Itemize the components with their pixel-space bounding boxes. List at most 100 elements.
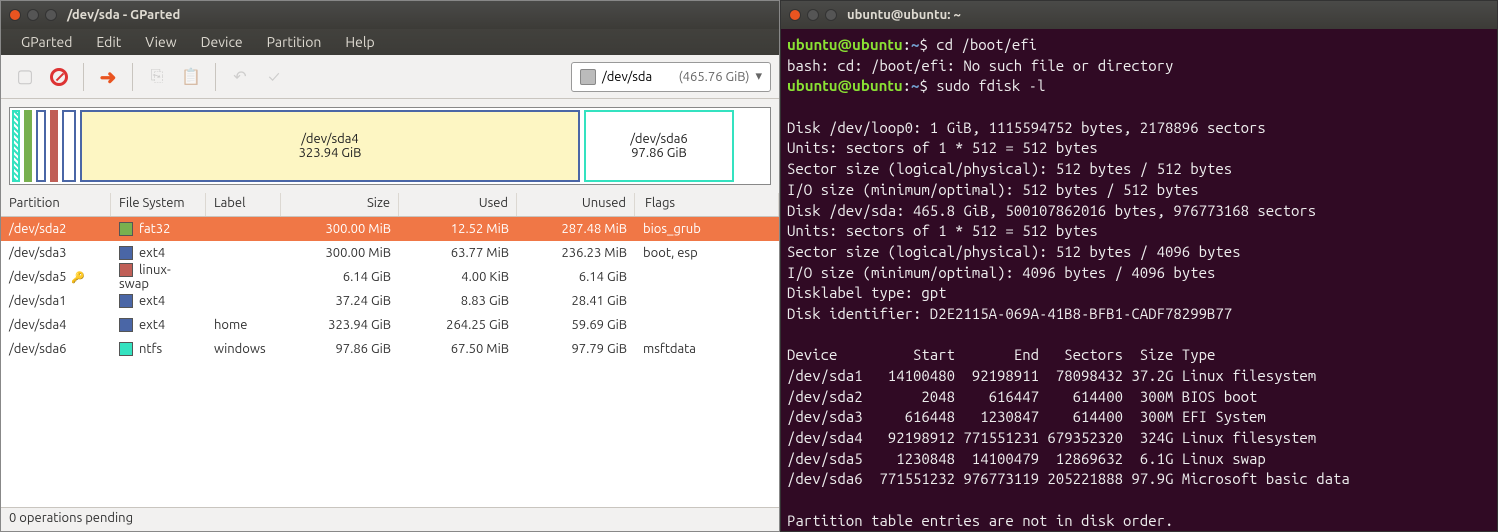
table-row[interactable]: /dev/sda1ext437.24 GiB8.83 GiB28.41 GiB (1, 289, 779, 313)
terminal-window: ubuntu@ubuntu: ~ ubuntu@ubuntu:~$ cd /bo… (780, 0, 1498, 532)
cell-unused: 28.41 GiB (517, 291, 635, 311)
menu-view[interactable]: View (135, 30, 186, 54)
partition-table: /dev/sda2fat32300.00 MiB12.52 MiB287.48 … (1, 217, 779, 507)
table-row[interactable]: /dev/sda5 🔑linux-swap6.14 GiB4.00 KiB6.1… (1, 265, 779, 289)
paste-icon: 📋 (181, 67, 201, 86)
segment-label: /dev/sda6 (630, 132, 688, 146)
terminal-titlebar[interactable]: ubuntu@ubuntu: ~ (781, 1, 1497, 29)
chevron-down-icon: ▾ (755, 69, 762, 84)
menu-gparted[interactable]: GParted (11, 30, 82, 54)
cell-unused: 6.14 GiB (517, 267, 635, 287)
cell-used: 63.77 MiB (399, 243, 517, 263)
device-selector[interactable]: /dev/sda (465.76 GiB) ▾ (571, 62, 771, 92)
resize-move-button[interactable]: ➜ (92, 61, 124, 93)
cell-used: 67.50 MiB (399, 339, 517, 359)
cell-label: home (206, 315, 281, 335)
segment-size: 97.86 GiB (631, 146, 687, 160)
device-name: /dev/sda (602, 70, 652, 84)
disk-map[interactable]: /dev/sda4323.94 GiB/dev/sda697.86 GiB (9, 107, 771, 185)
cell-label (206, 226, 281, 232)
copy-button[interactable]: ⎘ (141, 61, 173, 93)
cell-size: 6.14 GiB (281, 267, 399, 287)
cell-used: 264.25 GiB (399, 315, 517, 335)
map-segment[interactable] (36, 110, 46, 182)
menu-help[interactable]: Help (335, 30, 384, 54)
cell-partition: /dev/sda5 🔑 (1, 267, 111, 287)
cell-unused: 59.69 GiB (517, 315, 635, 335)
copy-icon: ⎘ (151, 67, 164, 86)
gparted-titlebar[interactable]: /dev/sda - GParted (1, 1, 779, 29)
menu-edit[interactable]: Edit (86, 30, 131, 54)
maximize-icon[interactable] (45, 9, 57, 21)
close-icon[interactable] (9, 9, 21, 21)
cell-unused: 287.48 MiB (517, 219, 635, 239)
cell-label: windows (206, 339, 281, 359)
cell-filesystem: ext4 (111, 315, 206, 336)
window-controls (9, 9, 57, 21)
apply-button[interactable]: ✓ (258, 61, 290, 93)
key-icon: 🔑 (69, 272, 85, 284)
separator (83, 63, 84, 91)
col-unused[interactable]: Unused (517, 193, 635, 216)
menubar: GParted Edit View Device Partition Help (1, 29, 779, 55)
new-partition-button[interactable]: ▢ (9, 61, 41, 93)
undo-button[interactable]: ↶ (224, 61, 256, 93)
menu-device[interactable]: Device (191, 30, 253, 54)
arrow-right-icon: ➜ (100, 65, 117, 89)
cell-size: 300.00 MiB (281, 243, 399, 263)
cell-size: 323.94 GiB (281, 315, 399, 335)
cell-partition: /dev/sda6 (1, 339, 111, 359)
cell-used: 4.00 KiB (399, 267, 517, 287)
minimize-icon[interactable] (27, 9, 39, 21)
cell-label (206, 298, 281, 304)
col-flags[interactable]: Flags (635, 193, 779, 216)
cell-label (206, 250, 281, 256)
window-title: /dev/sda - GParted (67, 8, 180, 22)
map-segment[interactable] (12, 110, 20, 182)
separator (215, 63, 216, 91)
terminal-title: ubuntu@ubuntu: ~ (847, 8, 961, 22)
col-filesystem[interactable]: File System (111, 193, 206, 216)
cell-label (206, 274, 281, 280)
cell-flags: msftdata (635, 339, 779, 359)
window-controls (789, 9, 837, 21)
minimize-icon[interactable] (807, 9, 819, 21)
cell-filesystem: ntfs (111, 339, 206, 360)
map-segment[interactable]: /dev/sda697.86 GiB (584, 110, 734, 182)
col-label[interactable]: Label (206, 193, 281, 216)
new-icon: ▢ (16, 66, 33, 87)
fs-color-swatch (119, 318, 133, 332)
table-header: Partition File System Label Size Used Un… (1, 193, 779, 217)
map-segment[interactable] (24, 110, 32, 182)
delete-icon (50, 68, 68, 86)
col-used[interactable]: Used (399, 193, 517, 216)
terminal-body[interactable]: ubuntu@ubuntu:~$ cd /boot/efi bash: cd: … (781, 29, 1497, 531)
map-segment[interactable] (62, 110, 76, 182)
paste-button[interactable]: 📋 (175, 61, 207, 93)
delete-partition-button[interactable] (43, 61, 75, 93)
cell-used: 8.83 GiB (399, 291, 517, 311)
menu-partition[interactable]: Partition (257, 30, 332, 54)
col-partition[interactable]: Partition (1, 193, 111, 216)
col-size[interactable]: Size (281, 193, 399, 216)
cell-flags: bios_grub (635, 219, 779, 239)
close-icon[interactable] (789, 9, 801, 21)
fs-color-swatch (119, 342, 133, 356)
status-bar: 0 operations pending (1, 507, 779, 531)
table-row[interactable]: /dev/sda6ntfswindows97.86 GiB67.50 MiB97… (1, 337, 779, 361)
map-segment[interactable]: /dev/sda4323.94 GiB (80, 110, 580, 182)
cell-partition: /dev/sda3 (1, 243, 111, 263)
table-row[interactable]: /dev/sda2fat32300.00 MiB12.52 MiB287.48 … (1, 217, 779, 241)
table-row[interactable]: /dev/sda4ext4home323.94 GiB264.25 GiB59.… (1, 313, 779, 337)
cell-flags: boot, esp (635, 243, 779, 263)
cell-used: 12.52 MiB (399, 219, 517, 239)
maximize-icon[interactable] (825, 9, 837, 21)
map-segment[interactable] (50, 110, 58, 182)
fs-color-swatch (119, 263, 133, 277)
separator (132, 63, 133, 91)
toolbar: ▢ ➜ ⎘ 📋 ↶ ✓ /dev/sda (465.76 GiB) ▾ (1, 55, 779, 99)
cell-unused: 97.79 GiB (517, 339, 635, 359)
fs-color-swatch (119, 246, 133, 260)
cell-partition: /dev/sda1 (1, 291, 111, 311)
fs-color-swatch (119, 294, 133, 308)
